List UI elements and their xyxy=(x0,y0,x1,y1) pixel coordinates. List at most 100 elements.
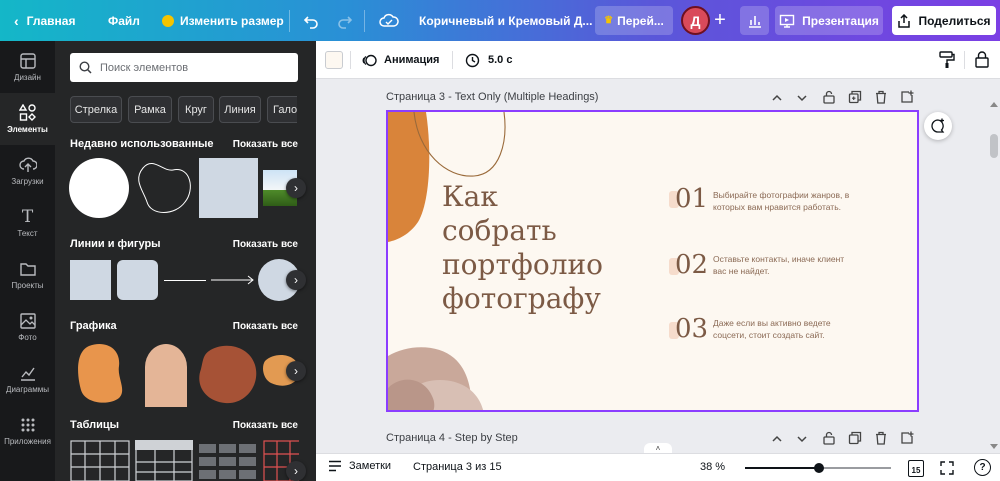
lock-button[interactable] xyxy=(975,51,991,69)
rail-item-text[interactable]: T Текст xyxy=(0,197,55,249)
chevron-up-icon[interactable] xyxy=(770,432,784,446)
graphic-arch[interactable] xyxy=(141,341,191,407)
item-text[interactable]: Выбирайте фотографии жанров, в которых в… xyxy=(713,189,849,213)
shape-arrow-line[interactable] xyxy=(211,275,255,285)
item-number[interactable]: 02 xyxy=(675,250,708,280)
rail-label: Проекты xyxy=(11,281,44,290)
grid-view-button[interactable]: 15 xyxy=(908,460,924,477)
share-label: Поделиться xyxy=(918,13,991,28)
section-title-recent: Недавно использованные xyxy=(70,138,214,150)
trash-icon[interactable] xyxy=(874,431,888,445)
chevron-up-icon[interactable] xyxy=(770,91,784,105)
document-title[interactable]: Коричневый и Кремовый Д... xyxy=(419,0,592,41)
chip-circle[interactable]: Круг xyxy=(178,96,214,123)
insights-button[interactable] xyxy=(740,6,769,35)
cloud-save-status[interactable] xyxy=(379,0,399,41)
redo-button[interactable] xyxy=(337,0,353,41)
share-button[interactable]: Поделиться xyxy=(892,6,996,35)
table-template-header[interactable] xyxy=(135,440,193,481)
animation-button[interactable]: Анимация xyxy=(362,49,439,71)
duplicate-page-icon[interactable] xyxy=(848,431,862,445)
show-all-tables-link[interactable]: Показать все xyxy=(233,420,298,431)
page-title[interactable]: Страница 3 - Text Only (Multiple Heading… xyxy=(386,91,598,103)
shapes-next-button[interactable]: › xyxy=(286,270,306,290)
file-menu[interactable]: Файл xyxy=(108,0,140,41)
item-number[interactable]: 01 xyxy=(675,184,708,214)
show-all-graphics-link[interactable]: Показать все xyxy=(233,321,298,332)
help-button[interactable]: ? xyxy=(974,459,991,476)
side-rail: Дизайн Элементы Загрузки T Текст Проекты… xyxy=(0,41,55,481)
chip-frame[interactable]: Рамка xyxy=(128,96,172,123)
trash-icon[interactable] xyxy=(874,90,888,104)
graphic-orange-blob[interactable] xyxy=(75,342,127,404)
scrollbar-thumb[interactable] xyxy=(990,134,998,158)
add-collaborator-button[interactable]: + xyxy=(710,8,730,32)
unlock-icon[interactable] xyxy=(822,431,836,445)
rail-item-charts[interactable]: Диаграммы xyxy=(0,353,55,405)
copy-style-button[interactable] xyxy=(939,51,957,69)
rail-item-photos[interactable]: Фото xyxy=(0,301,55,353)
redo-icon xyxy=(338,15,353,29)
add-comment-button[interactable] xyxy=(924,112,952,140)
recent-next-button[interactable]: › xyxy=(286,178,306,198)
search-input[interactable]: Поиск элементов xyxy=(70,53,298,82)
crown-icon: ♛ xyxy=(604,15,614,26)
vertical-scrollbar[interactable] xyxy=(988,100,1000,453)
unlock-icon[interactable] xyxy=(822,90,836,104)
rail-item-apps[interactable]: Приложения xyxy=(0,405,55,457)
graphics-next-button[interactable]: › xyxy=(286,361,306,381)
zoom-value-text: 38 % xyxy=(700,461,726,473)
recent-square-shape[interactable] xyxy=(199,158,258,218)
table-template-striped[interactable] xyxy=(199,440,257,481)
item-number[interactable]: 03 xyxy=(675,314,708,344)
shape-line[interactable] xyxy=(164,280,206,281)
rail-item-design[interactable]: Дизайн xyxy=(0,41,55,93)
item-text[interactable]: Оставьте контакты, иначе клиент вас не н… xyxy=(713,253,844,277)
show-all-lines-link[interactable]: Показать все xyxy=(233,239,298,250)
undo-button[interactable] xyxy=(303,0,319,41)
chip-line[interactable]: Линия xyxy=(219,96,261,123)
graphic-brown-blob[interactable] xyxy=(199,343,257,405)
chevron-down-icon[interactable] xyxy=(795,91,809,105)
slide-page-3[interactable]: Как собрать портфолио фотографу 01 Выбир… xyxy=(386,110,919,412)
timing-button[interactable]: 5.0 с xyxy=(465,49,512,71)
slide-heading[interactable]: Как собрать портфолио фотографу xyxy=(442,180,603,316)
fullscreen-button[interactable] xyxy=(939,460,955,476)
chip-halo[interactable]: Гало xyxy=(267,96,297,123)
item-text-line: Оставьте контакты, иначе клиент xyxy=(713,254,845,264)
page-indicator-text: Страница 3 из 15 xyxy=(413,461,502,473)
tables-next-button[interactable]: › xyxy=(286,461,306,481)
resize-button[interactable]: Изменить размер xyxy=(162,0,284,41)
item-text[interactable]: Даже если вы активно ведете соцсети, сто… xyxy=(713,317,831,341)
notes-icon xyxy=(329,460,341,472)
chip-label: Рамка xyxy=(134,103,166,116)
chevron-down-icon[interactable] xyxy=(795,432,809,446)
scroll-down-arrow[interactable] xyxy=(990,444,998,449)
show-pages-tab[interactable]: ˄ xyxy=(644,443,672,453)
zoom-slider[interactable] xyxy=(745,463,891,473)
rail-item-uploads[interactable]: Загрузки xyxy=(0,145,55,197)
home-button[interactable]: ‹ Главная xyxy=(14,0,75,41)
add-page-icon[interactable] xyxy=(900,90,914,104)
table-template-grid[interactable] xyxy=(70,440,130,481)
next-page-title[interactable]: Страница 4 - Step by Step xyxy=(386,432,518,444)
avatar[interactable]: Д xyxy=(681,6,710,35)
add-page-icon[interactable] xyxy=(900,431,914,445)
shape-square[interactable] xyxy=(70,260,111,300)
scroll-up-arrow[interactable] xyxy=(990,102,998,107)
shape-rounded-square[interactable] xyxy=(117,260,158,300)
notes-button[interactable]: Заметки xyxy=(328,460,391,472)
zoom-value[interactable]: 38 % xyxy=(700,461,725,473)
duplicate-page-icon[interactable] xyxy=(848,90,862,104)
rail-item-elements[interactable]: Элементы xyxy=(0,93,55,145)
recent-blob-outline[interactable] xyxy=(133,158,195,218)
background-color-swatch[interactable] xyxy=(325,51,343,69)
upgrade-button[interactable]: ♛ Перей... xyxy=(595,6,673,35)
chip-arrow[interactable]: Стрелка xyxy=(70,96,122,123)
show-all-recent-link[interactable]: Показать все xyxy=(233,139,298,150)
zoom-slider-handle[interactable] xyxy=(813,463,824,473)
rail-item-projects[interactable]: Проекты xyxy=(0,249,55,301)
recent-circle-shape[interactable] xyxy=(69,158,129,218)
page-indicator[interactable]: Страница 3 из 15 xyxy=(413,461,502,473)
present-button[interactable]: Презентация xyxy=(775,6,883,35)
